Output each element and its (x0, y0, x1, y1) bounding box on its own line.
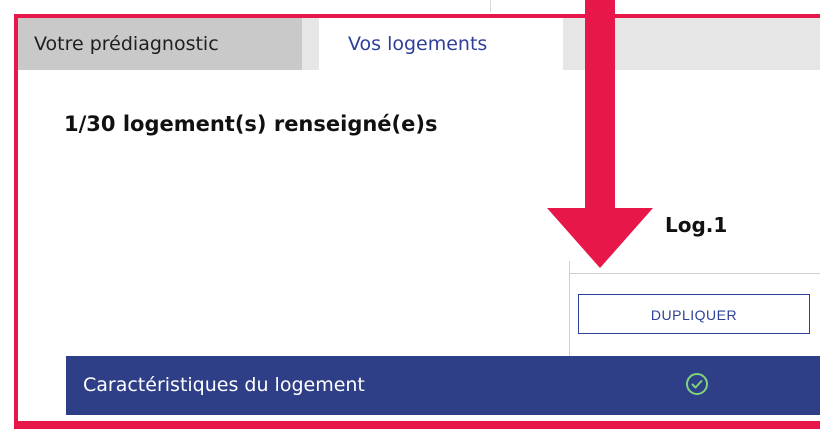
logements-count-title: 1/30 logement(s) renseigné(e)s (64, 112, 438, 136)
strip-divider (490, 0, 491, 12)
tab-prediagnostic[interactable]: Votre prédiagnostic (18, 18, 302, 70)
highlight-frame: Votre prédiagnostic Vos logements 1/30 l… (14, 14, 820, 429)
column-divider (569, 261, 570, 361)
duplicate-button[interactable]: DUPLIQUER (578, 294, 810, 334)
log-column-header: Log.1 (665, 213, 728, 237)
section-caracteristiques[interactable]: Caractéristiques du logement (66, 356, 820, 415)
header-divider (569, 273, 820, 274)
tab-logements[interactable]: Vos logements (319, 18, 563, 70)
check-circle-icon (686, 373, 708, 395)
tab-bar: Votre prédiagnostic Vos logements (18, 18, 820, 70)
previous-row-strip (0, 0, 820, 14)
section-label: Caractéristiques du logement (83, 374, 365, 396)
